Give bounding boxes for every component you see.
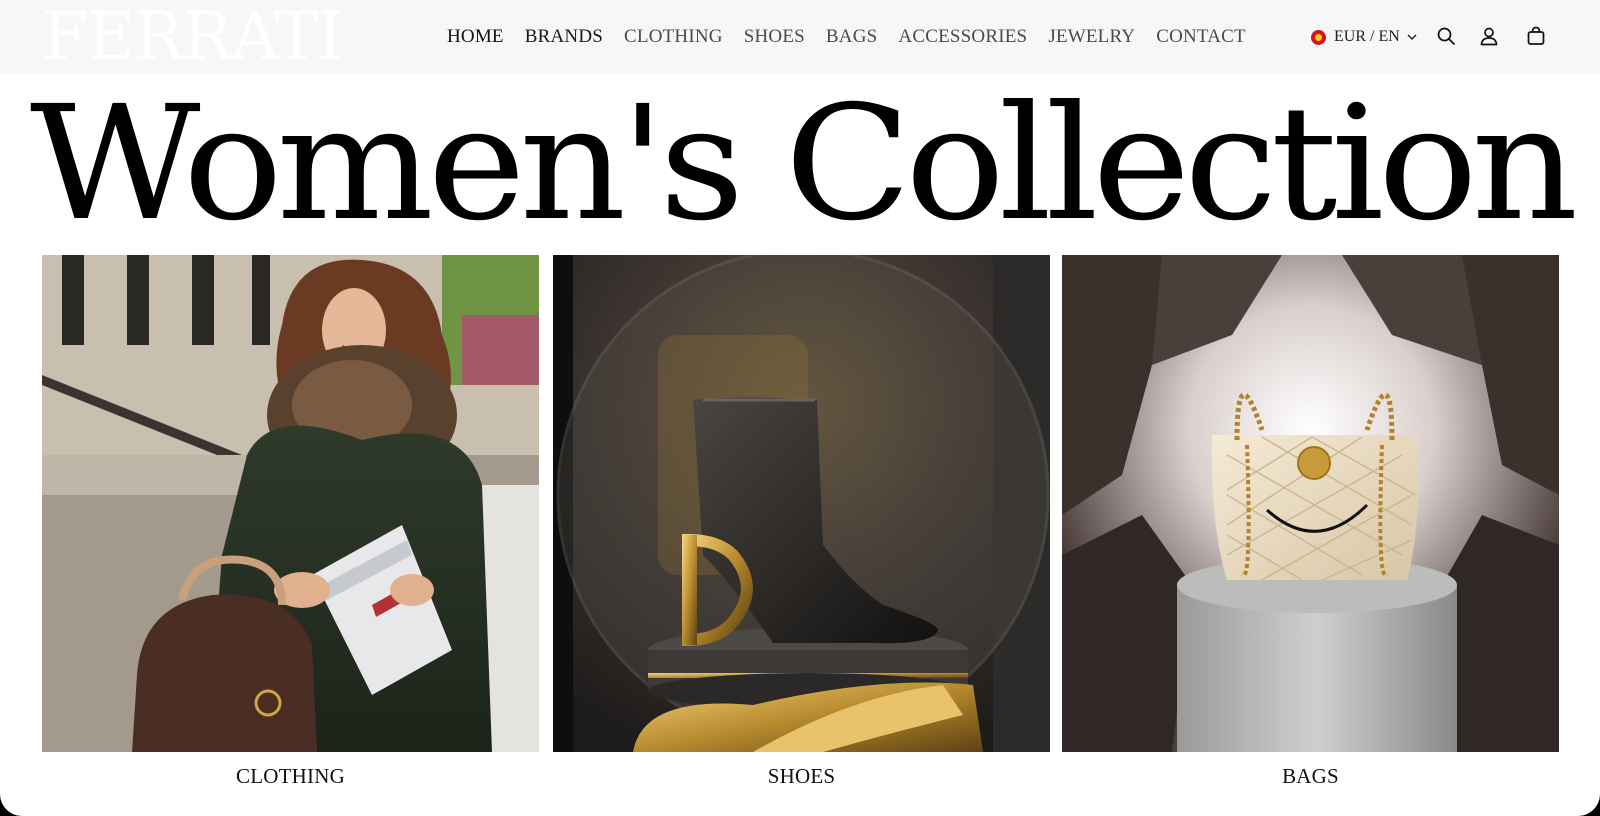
- currency-language-selector[interactable]: EUR / EN: [1311, 24, 1419, 50]
- nav-bags[interactable]: BAGS: [826, 24, 877, 50]
- account-icon[interactable]: [1478, 25, 1500, 47]
- nav-home[interactable]: HOME: [447, 24, 504, 50]
- cart-icon[interactable]: [1525, 25, 1547, 47]
- site-header: FERRATI HOME BRANDS CLOTHING SHOES BAGS …: [0, 0, 1600, 74]
- clothing-image: [42, 255, 539, 752]
- category-label-shoes[interactable]: SHOES: [553, 764, 1050, 789]
- nav-contact[interactable]: CONTACT: [1156, 24, 1246, 50]
- page-title: Women's Collection: [30, 72, 1578, 256]
- category-card-bags[interactable]: [1062, 255, 1559, 752]
- nav-clothing[interactable]: CLOTHING: [624, 24, 723, 50]
- main-nav: HOME BRANDS CLOTHING SHOES BAGS ACCESSOR…: [447, 24, 1267, 50]
- nav-jewelry[interactable]: JEWELRY: [1048, 24, 1135, 50]
- chevron-down-icon: [1407, 34, 1417, 40]
- category-label-clothing[interactable]: CLOTHING: [42, 764, 539, 789]
- nav-shoes[interactable]: SHOES: [744, 24, 805, 50]
- category-card-shoes[interactable]: [553, 255, 1050, 752]
- shoes-image: [553, 255, 1050, 752]
- north-macedonia-flag-icon: [1311, 29, 1326, 45]
- category-card-clothing[interactable]: [42, 255, 539, 752]
- page: FERRATI HOME BRANDS CLOTHING SHOES BAGS …: [0, 0, 1600, 816]
- nav-accessories[interactable]: ACCESSORIES: [898, 24, 1027, 50]
- nav-brands[interactable]: BRANDS: [525, 24, 603, 50]
- site-logo[interactable]: FERRATI: [42, 2, 344, 72]
- category-label-bags[interactable]: BAGS: [1062, 764, 1559, 789]
- search-icon[interactable]: [1435, 25, 1457, 47]
- locale-label: EUR / EN: [1334, 28, 1400, 45]
- bags-image: [1062, 255, 1559, 752]
